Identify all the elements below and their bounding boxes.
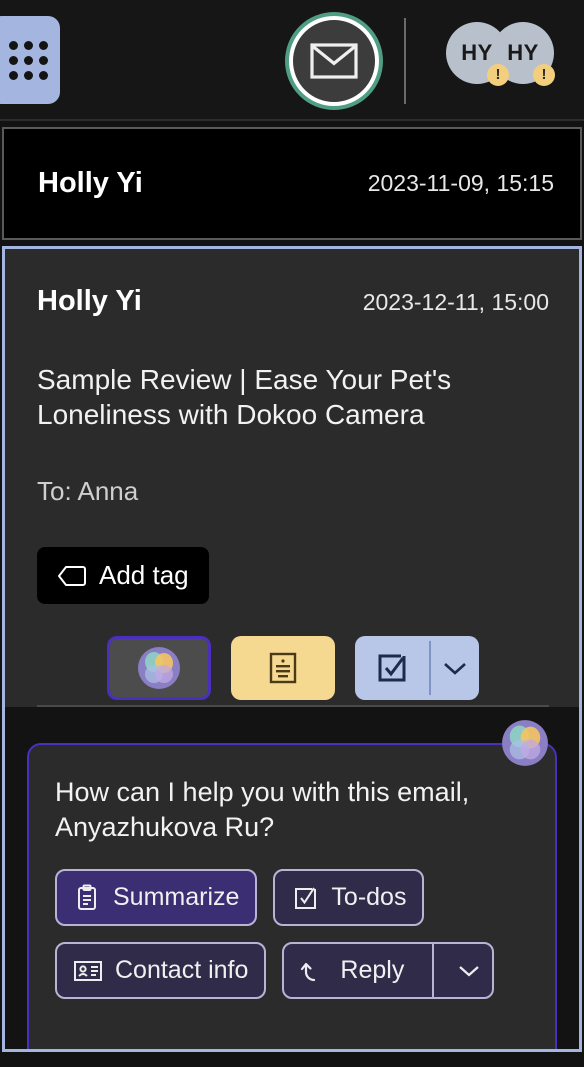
todos-more-button[interactable] bbox=[431, 660, 479, 676]
collapsed-sender-name: Holly Yi bbox=[38, 167, 143, 199]
envelope-icon bbox=[310, 43, 358, 79]
reply-arrow-icon bbox=[300, 959, 328, 983]
checkbox-icon bbox=[374, 650, 410, 686]
chevron-down-icon bbox=[442, 660, 468, 676]
chip-label: Summarize bbox=[113, 883, 240, 912]
app-bar: HY HY ! ! bbox=[0, 0, 584, 121]
todos-split-button[interactable] bbox=[355, 636, 479, 700]
chip-reply-split[interactable]: Reply bbox=[282, 942, 495, 1000]
assistant-suggestion-chips: Summarize To-dos Contact info Reply bbox=[55, 869, 529, 1000]
apps-launcher-button[interactable] bbox=[0, 16, 60, 104]
assistant-chat-panel: How can I help you with this email, Anya… bbox=[27, 743, 557, 1049]
tag-icon bbox=[57, 565, 87, 587]
email-card: Holly Yi 2023-12-11, 15:00 Sample Review… bbox=[2, 246, 582, 1052]
summarize-button[interactable] bbox=[231, 636, 335, 700]
apps-grid-icon bbox=[8, 40, 48, 80]
email-header: Holly Yi 2023-12-11, 15:00 Sample Review… bbox=[5, 249, 579, 707]
collapsed-message-date: 2023-11-09, 15:15 bbox=[367, 170, 554, 196]
avatar-group: HY HY ! ! bbox=[446, 22, 576, 102]
contact-card-icon bbox=[73, 959, 103, 983]
chip-summarize[interactable]: Summarize bbox=[55, 869, 258, 927]
email-toolbar bbox=[37, 636, 549, 707]
chip-contact-info[interactable]: Contact info bbox=[55, 942, 267, 1000]
chevron-down-icon bbox=[457, 963, 481, 978]
chip-reply[interactable]: Reply bbox=[284, 944, 420, 997]
header-divider bbox=[404, 18, 406, 104]
email-date: 2023-12-11, 15:00 bbox=[362, 289, 549, 315]
checkbox-icon bbox=[291, 884, 319, 912]
clipboard-text-icon bbox=[73, 884, 101, 912]
assistant-prompt: How can I help you with this email, Anya… bbox=[55, 777, 470, 843]
ai-orb-icon bbox=[137, 646, 181, 690]
todos-button[interactable] bbox=[355, 636, 429, 700]
chip-label: To-dos bbox=[331, 883, 407, 912]
collapsed-message-row[interactable]: Holly Yi 2023-11-09, 15:15 bbox=[2, 127, 582, 240]
email-recipient: To: Anna bbox=[37, 476, 139, 506]
email-sender-name: Holly Yi bbox=[37, 285, 142, 317]
summary-document-icon bbox=[265, 650, 301, 686]
chip-label: Reply bbox=[340, 956, 405, 985]
ai-assistant-button[interactable] bbox=[107, 636, 211, 700]
chip-todos[interactable]: To-dos bbox=[273, 869, 425, 927]
warning-icon: ! bbox=[533, 64, 555, 86]
chip-reply-divider bbox=[432, 944, 435, 998]
assistant-area: How can I help you with this email, Anya… bbox=[5, 707, 579, 1049]
warning-icon: ! bbox=[487, 64, 509, 86]
add-tag-button[interactable]: Add tag bbox=[37, 547, 209, 604]
chip-reply-more-button[interactable] bbox=[446, 963, 492, 978]
mail-badge-button[interactable] bbox=[289, 16, 379, 106]
assistant-avatar[interactable] bbox=[501, 719, 549, 767]
avatar-initials: HY bbox=[507, 40, 539, 65]
chip-label: Contact info bbox=[115, 956, 249, 985]
email-subject: Sample Review | Ease Your Pet's Loneline… bbox=[37, 364, 452, 430]
avatar-initials: HY bbox=[461, 40, 493, 65]
add-tag-label: Add tag bbox=[99, 560, 189, 590]
